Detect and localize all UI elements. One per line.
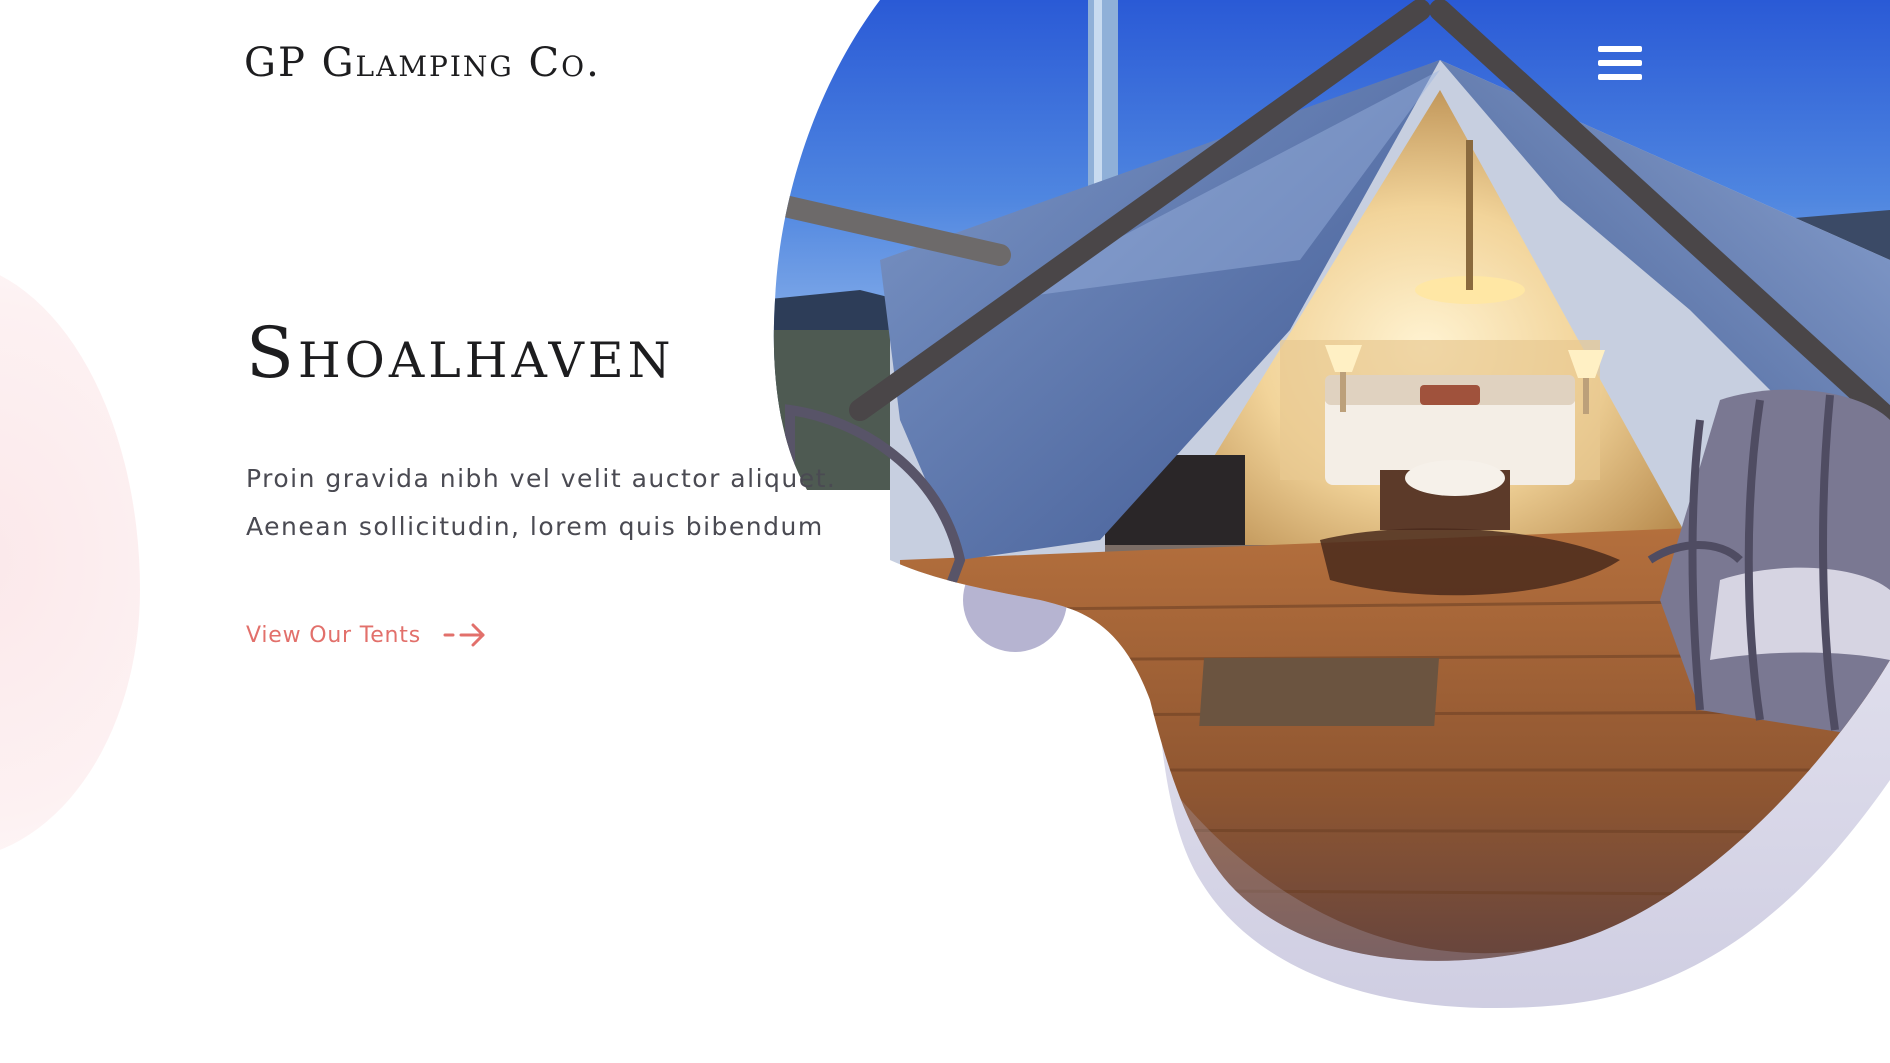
brand-logo[interactable]: GP Glamping Co. xyxy=(244,40,601,86)
menu-bar-middle xyxy=(1598,60,1642,66)
view-tents-link[interactable]: View Our Tents xyxy=(246,620,489,650)
menu-bar-top xyxy=(1598,46,1642,52)
view-tents-label: View Our Tents xyxy=(246,622,421,648)
hero-title: Shoalhaven xyxy=(246,312,675,394)
hero-description-line-1: Proin gravida nibh vel velit auctor aliq… xyxy=(246,464,837,493)
page: GP Glamping Co. Shoalhaven Proin gravida… xyxy=(0,0,1890,1063)
hero-description: Proin gravida nibh vel velit auctor aliq… xyxy=(246,455,866,551)
hamburger-menu-icon[interactable] xyxy=(1598,46,1642,80)
arrow-right-icon xyxy=(443,623,485,647)
hero-description-line-2: Aenean sollicitudin, lorem quis bibendum xyxy=(246,512,824,541)
menu-bar-bottom xyxy=(1598,74,1642,80)
